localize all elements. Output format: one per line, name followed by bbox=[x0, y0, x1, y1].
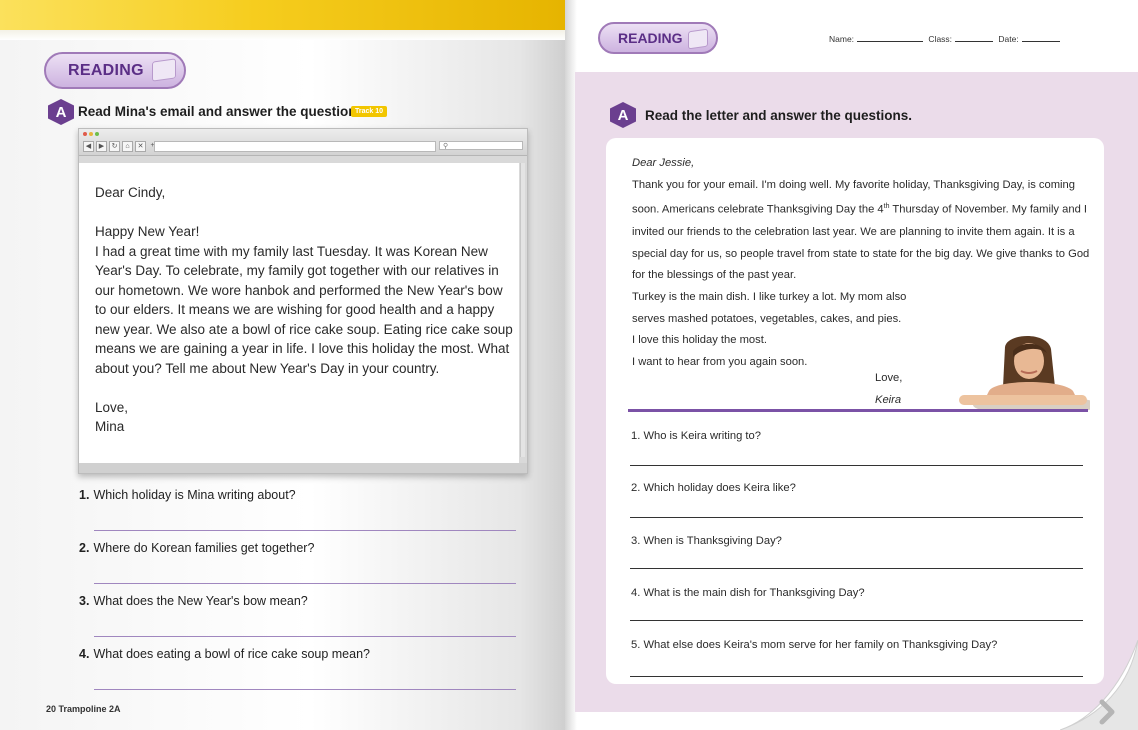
letter-signature: Keira bbox=[875, 394, 902, 406]
page-folio: 20 Trampoline 2A bbox=[46, 704, 121, 714]
email-text: Dear Cindy, Happy New Year! I had a grea… bbox=[95, 183, 515, 437]
answer-line[interactable] bbox=[630, 620, 1083, 621]
audio-track-button[interactable]: Track 10 bbox=[351, 106, 388, 117]
date-field[interactable] bbox=[1021, 33, 1060, 42]
answer-line[interactable] bbox=[94, 636, 516, 637]
email-body-area: Dear Cindy, Happy New Year! I had a grea… bbox=[79, 163, 519, 463]
right-question-1: 1. Who is Keira writing to? bbox=[631, 430, 761, 442]
answer-line[interactable] bbox=[630, 568, 1083, 569]
textbook-spread: READING A Read Mina's email and answer t… bbox=[0, 0, 1138, 730]
magnifier-icon: ⚲ bbox=[443, 143, 449, 150]
back-icon[interactable]: ◀ bbox=[83, 141, 94, 152]
book-icon bbox=[688, 28, 708, 50]
page-turn-corner[interactable] bbox=[1060, 640, 1138, 730]
left-question-2: 2. Where do Korean families get together? bbox=[79, 541, 315, 555]
address-bar[interactable] bbox=[154, 141, 436, 152]
yellow-header-band bbox=[0, 0, 565, 40]
answer-line[interactable] bbox=[630, 676, 1083, 677]
close-icon[interactable]: ✕ bbox=[135, 141, 146, 152]
answer-line[interactable] bbox=[94, 583, 516, 584]
right-question-5: 5. What else does Keira's mom serve for … bbox=[631, 639, 998, 651]
email-signature: Mina bbox=[95, 419, 125, 434]
answer-line[interactable] bbox=[630, 465, 1083, 466]
name-label: Name: bbox=[829, 34, 855, 44]
reading-label-text: READING bbox=[618, 30, 683, 46]
left-question-1: 1. Which holiday is Mina writing about? bbox=[79, 488, 296, 502]
refresh-icon[interactable]: ↻ bbox=[109, 141, 120, 152]
reading-section-label: READING bbox=[44, 52, 186, 89]
letter-greeting: Dear Jessie, bbox=[632, 157, 695, 169]
name-class-date-fields: Name: Class: Date: bbox=[829, 33, 1063, 44]
left-question-3: 3. What does the New Year's bow mean? bbox=[79, 594, 308, 608]
book-icon bbox=[152, 58, 176, 82]
letter-paragraph-3: serves mashed potatoes, vegetables, cake… bbox=[632, 312, 902, 325]
letter-paragraph-1: Thank you for your email. I'm doing well… bbox=[632, 178, 1090, 282]
class-field[interactable] bbox=[955, 33, 994, 42]
right-question-3: 3. When is Thanksgiving Day? bbox=[631, 535, 782, 547]
window-controls bbox=[83, 132, 99, 136]
right-question-4: 4. What is the main dish for Thanksgivin… bbox=[631, 587, 865, 599]
search-box[interactable]: ⚲ bbox=[439, 141, 523, 150]
email-closing: Love, bbox=[95, 399, 129, 415]
letter-paragraph-2: Turkey is the main dish. I like turkey a… bbox=[632, 290, 907, 303]
answer-line[interactable] bbox=[630, 517, 1083, 518]
home-icon[interactable]: ⌂ bbox=[122, 141, 133, 152]
browser-toolbar: ◀ ▶ ↻ ⌂ ✕ + ⚲ bbox=[79, 129, 527, 156]
left-question-4: 4. What does eating a bowl of rice cake s… bbox=[79, 647, 370, 661]
name-field[interactable] bbox=[857, 33, 924, 42]
letter-divider bbox=[628, 409, 1088, 412]
left-instruction: Read Mina's email and answer the questio… bbox=[78, 104, 368, 119]
scrollbar[interactable] bbox=[520, 163, 525, 457]
reading-label-text: READING bbox=[68, 61, 144, 79]
email-greeting: Dear Cindy, bbox=[95, 185, 166, 200]
date-label: Date: bbox=[998, 34, 1019, 44]
browser-nav-buttons: ◀ ▶ ↻ ⌂ ✕ + bbox=[83, 141, 157, 152]
right-question-2: 2. Which holiday does Keira like? bbox=[631, 482, 796, 494]
answer-line[interactable] bbox=[94, 530, 516, 531]
letter-closing: Love, bbox=[875, 372, 903, 384]
girl-photo bbox=[959, 336, 1090, 411]
email-line1: Happy New Year! bbox=[95, 224, 200, 239]
browser-bottom-bar bbox=[79, 463, 527, 473]
reading-section-label-right: READING bbox=[598, 22, 718, 54]
forward-icon[interactable]: ▶ bbox=[96, 141, 107, 152]
answer-line[interactable] bbox=[94, 689, 516, 690]
email-browser-window: ◀ ▶ ↻ ⌂ ✕ + ⚲ Dear Cindy, Happy New Year… bbox=[78, 128, 528, 474]
email-body: I had a great time with my family last T… bbox=[95, 243, 513, 376]
class-label: Class: bbox=[928, 34, 953, 44]
right-instruction: Read the letter and answer the questions… bbox=[645, 108, 913, 123]
